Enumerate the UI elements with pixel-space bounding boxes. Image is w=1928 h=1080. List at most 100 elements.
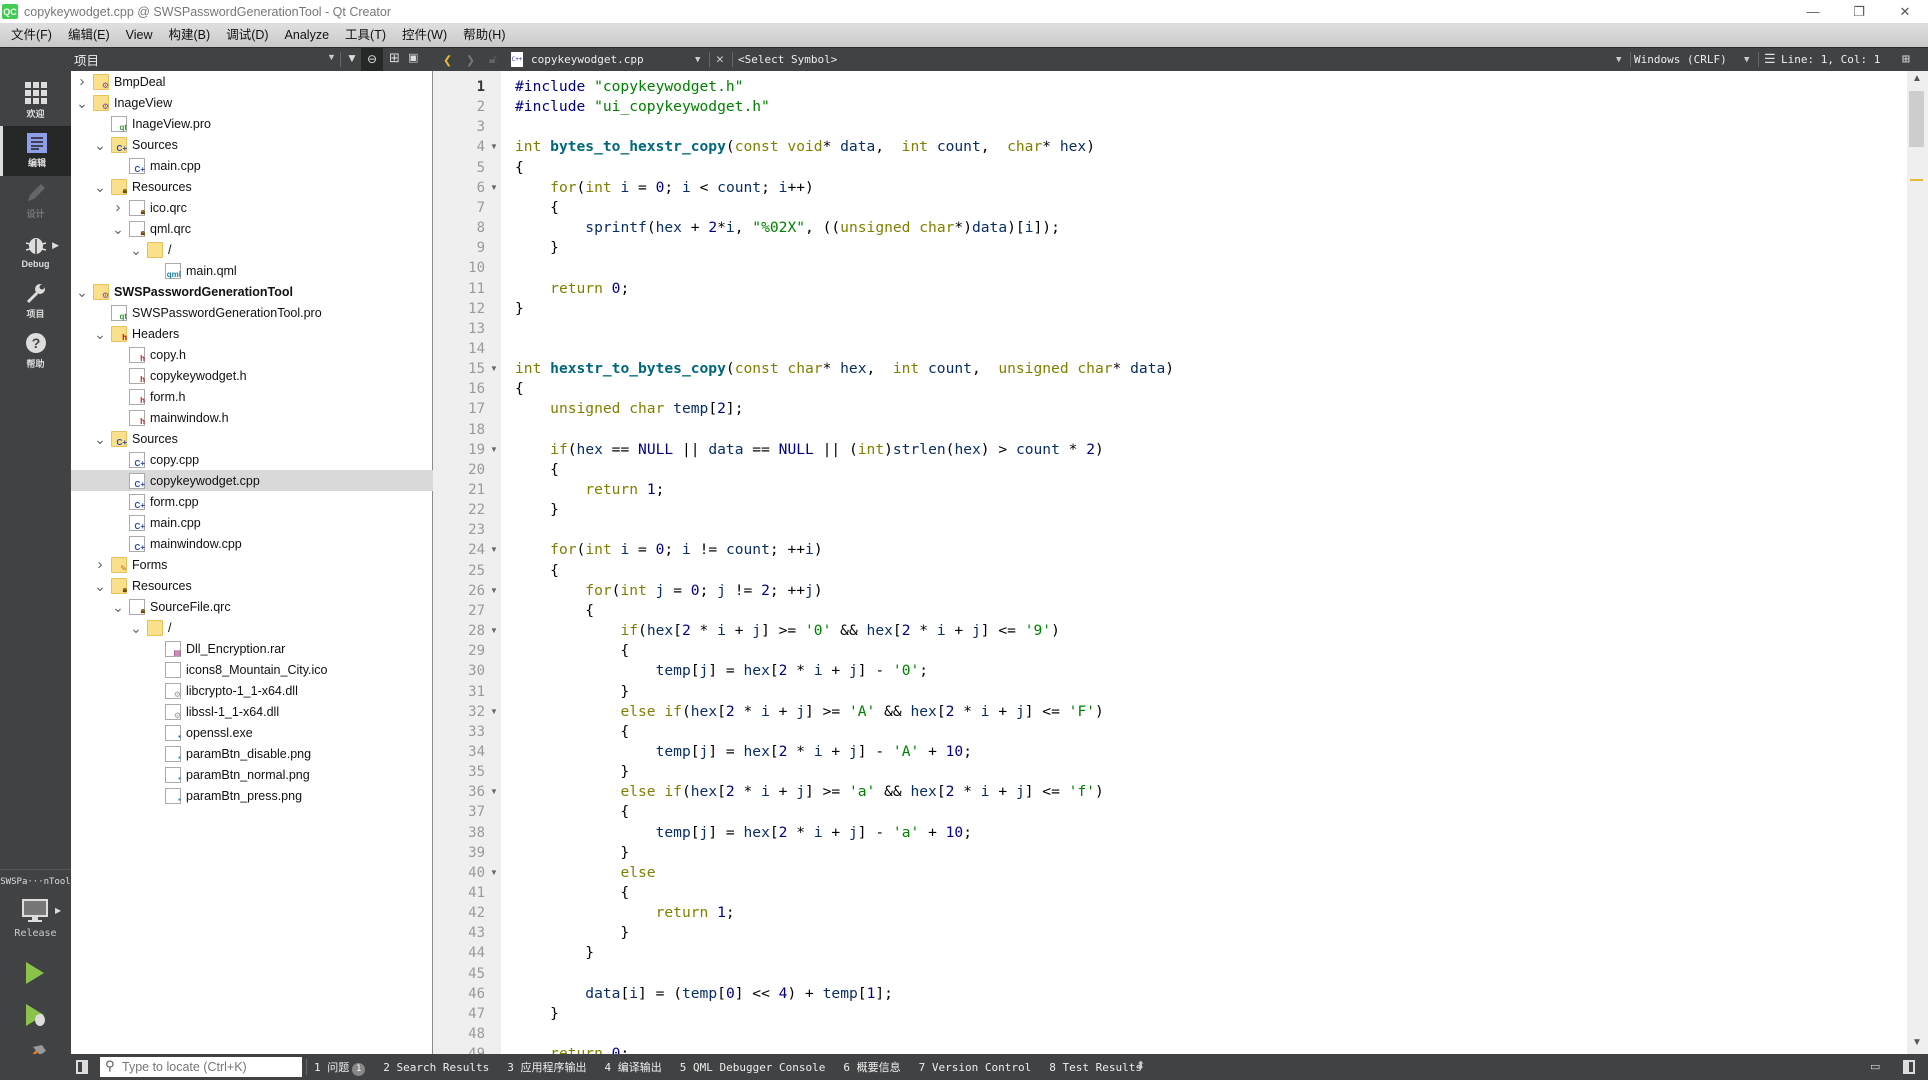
fold-marker-icon[interactable]: ▼: [490, 178, 498, 198]
scroll-up-icon[interactable]: ▲: [1912, 73, 1922, 84]
chevron-down-icon[interactable]: ⌄: [93, 579, 107, 593]
tree-item[interactable]: ⌄ C+ Sources: [71, 428, 433, 449]
tree-item[interactable]: qt InageView.pro: [71, 113, 433, 134]
tree-item[interactable]: ⌄ 🔒︎ Resources: [71, 176, 433, 197]
minimize-button[interactable]: —: [1790, 0, 1836, 23]
fold-marker-icon[interactable]: ▼: [490, 702, 498, 722]
tree-item[interactable]: ▪ openssl.exe: [71, 722, 433, 743]
locator-input[interactable]: ⚲ Type to locate (Ctrl+K): [100, 1057, 302, 1077]
tree-item[interactable]: › ⚙ BmpDeal: [71, 71, 433, 92]
tree-item[interactable]: ▤ Dll_Encryption.rar: [71, 638, 433, 659]
mode-debug[interactable]: Debug ▶: [0, 226, 71, 276]
tree-item[interactable]: C+ form.cpp: [71, 491, 433, 512]
vertical-scrollbar[interactable]: ▲ ▼: [1907, 71, 1928, 1054]
tree-item[interactable]: qt SWSPasswordGenerationTool.pro: [71, 302, 433, 323]
output-tab[interactable]: 2 Search Results: [383, 1061, 489, 1074]
symbol-selector[interactable]: <Select Symbol>: [738, 53, 837, 66]
tree-item[interactable]: h copy.h: [71, 344, 433, 365]
fold-marker-icon[interactable]: ▼: [490, 581, 498, 601]
tree-item[interactable]: ▪ paramBtn_press.png: [71, 785, 433, 806]
link-editor-icon[interactable]: ⊖: [361, 48, 383, 71]
tree-item[interactable]: h copykeywodget.h: [71, 365, 433, 386]
fold-marker-icon[interactable]: ▼: [490, 863, 498, 883]
chevron-right-icon[interactable]: ›: [75, 73, 89, 90]
panel-dropdown-icon[interactable]: ▼: [327, 52, 336, 62]
tree-item[interactable]: icons8_Mountain_City.ico: [71, 659, 433, 680]
chevron-down-icon[interactable]: ⌄: [93, 327, 107, 341]
scrollbar-thumb[interactable]: [1909, 91, 1924, 147]
output-tab[interactable]: 3 应用程序输出: [507, 1059, 586, 1075]
tree-item[interactable]: C+ mainwindow.cpp: [71, 533, 433, 554]
tree-item[interactable]: qml main.qml: [71, 260, 433, 281]
split-editor-icon[interactable]: ⊞: [1902, 52, 1910, 67]
mode-projects[interactable]: 项目: [0, 276, 71, 326]
fold-marker-icon[interactable]: ▼: [490, 621, 498, 641]
tree-item[interactable]: C+ copy.cpp: [71, 449, 433, 470]
chevron-down-icon[interactable]: ⌄: [75, 96, 89, 110]
fold-marker-icon[interactable]: ▼: [490, 540, 498, 560]
mode-help[interactable]: ? 帮助: [0, 326, 71, 376]
chevron-down-icon[interactable]: ⌄: [111, 600, 125, 614]
chevron-right-icon[interactable]: ›: [111, 199, 125, 216]
tree-item[interactable]: ⌄ ⚙ SWSPasswordGenerationTool: [71, 281, 433, 302]
tree-item[interactable]: h mainwindow.h: [71, 407, 433, 428]
tree-item[interactable]: ⌄ C+ Sources: [71, 134, 433, 155]
line-ending-selector[interactable]: Windows (CRLF): [1634, 53, 1727, 66]
tree-item[interactable]: ⌄ h Headers: [71, 323, 433, 344]
toggle-sidebar-icon[interactable]: [76, 1060, 88, 1074]
chevron-down-icon[interactable]: ⌄: [129, 243, 143, 257]
back-icon[interactable]: ❮: [443, 51, 452, 69]
output-tab[interactable]: 4 编译输出: [604, 1059, 661, 1075]
outline-icon[interactable]: ☰: [1764, 52, 1776, 67]
menu-edit[interactable]: 编辑(E): [61, 23, 117, 47]
document-selector[interactable]: copykeywodget.cpp: [531, 53, 644, 66]
tree-item[interactable]: ⌄ 🔒︎ SourceFile.qrc: [71, 596, 433, 617]
tree-item[interactable]: › ✎ Forms: [71, 554, 433, 575]
menu-widgets[interactable]: 控件(W): [395, 23, 454, 47]
filter-icon[interactable]: ▼: [346, 51, 358, 65]
fold-marker-icon[interactable]: ▼: [490, 440, 498, 460]
toggle-right-sidebar-icon[interactable]: [1903, 1060, 1915, 1074]
output-pane-toggle-icon[interactable]: ⬍: [1136, 1059, 1145, 1072]
debug-run-button[interactable]: [24, 1003, 48, 1032]
code-editor[interactable]: 1 2 3 4 ▼ 5 6 ▼ 7 8 9 10 11 12 13 14 15 ▼ 16 17 18 19 ▼ 20 21 22 2…: [433, 71, 1928, 1054]
chevron-down-icon[interactable]: ⌄: [93, 432, 107, 446]
line-ending-dropdown-icon[interactable]: ▼: [1744, 55, 1749, 65]
restore-button[interactable]: ❐: [1836, 0, 1882, 23]
tree-item[interactable]: ⌄ ⚙ InageView: [71, 92, 433, 113]
close-document-icon[interactable]: ✕: [716, 52, 724, 67]
tree-item[interactable]: ⌄ /: [71, 239, 433, 260]
tree-item[interactable]: ⌄ /: [71, 617, 433, 638]
menu-debug[interactable]: 调试(D): [219, 23, 275, 47]
menu-help[interactable]: 帮助(H): [456, 23, 512, 47]
tree-item[interactable]: › 🔒︎ ico.qrc: [71, 197, 433, 218]
tree-item[interactable]: C+ main.cpp: [71, 512, 433, 533]
mode-welcome[interactable]: 欢迎: [0, 76, 71, 126]
menu-build[interactable]: 构建(B): [162, 23, 218, 47]
tree-item[interactable]: C+ copykeywodget.cpp: [71, 470, 433, 491]
run-button[interactable]: [24, 961, 46, 990]
tree-item[interactable]: C+ main.cpp: [71, 155, 433, 176]
mode-edit[interactable]: 编辑: [0, 126, 71, 176]
project-panel-title[interactable]: 项目: [74, 50, 99, 69]
chevron-right-icon[interactable]: ›: [93, 556, 107, 573]
scroll-down-icon[interactable]: ▼: [1912, 1037, 1922, 1048]
tree-item[interactable]: ▪ paramBtn_normal.png: [71, 764, 433, 785]
menu-analyze[interactable]: Analyze: [278, 23, 336, 47]
symbol-dropdown-icon[interactable]: ▼: [1616, 55, 1621, 65]
chevron-down-icon[interactable]: ⌄: [93, 138, 107, 152]
output-tab[interactable]: 5 QML Debugger Console: [680, 1061, 826, 1074]
tree-item[interactable]: h form.h: [71, 386, 433, 407]
split-icon[interactable]: ⊞: [389, 50, 400, 66]
tree-item[interactable]: ⌄ 🔒︎ Resources: [71, 575, 433, 596]
output-tab[interactable]: 1 问题 1: [314, 1059, 366, 1076]
progress-toggle-icon[interactable]: ▭: [1870, 1060, 1880, 1073]
mode-design[interactable]: 设计: [0, 176, 71, 226]
output-tab[interactable]: 6 概要信息: [843, 1059, 900, 1075]
kit-selector-button[interactable]: [22, 899, 48, 928]
tree-item[interactable]: ⚙ libcrypto-1_1-x64.dll: [71, 680, 433, 701]
chevron-down-icon[interactable]: ⌄: [75, 285, 89, 299]
menu-file[interactable]: 文件(F): [4, 23, 59, 47]
tree-item[interactable]: ⚙ libssl-1_1-x64.dll: [71, 701, 433, 722]
chevron-down-icon[interactable]: ⌄: [111, 222, 125, 236]
